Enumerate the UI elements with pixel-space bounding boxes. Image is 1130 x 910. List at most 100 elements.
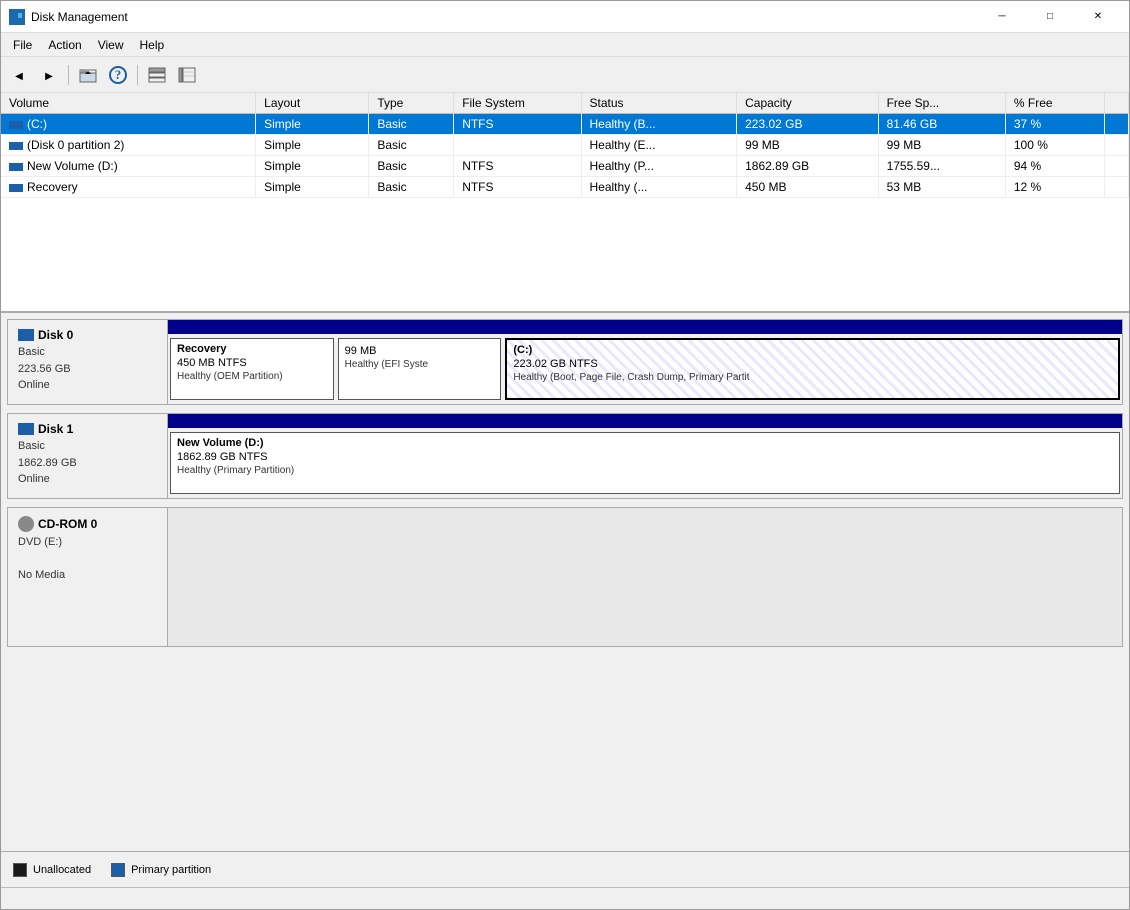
back-button[interactable] bbox=[5, 62, 33, 88]
segment-status-1-0: Healthy (Primary Partition) bbox=[177, 465, 1113, 476]
disk-partitions-1: New Volume (D:) 1862.89 GB NTFS Healthy (P… bbox=[168, 414, 1122, 498]
cell-filesystem bbox=[454, 135, 581, 156]
cdrom-label: CD-ROM 0DVD (E:)No Media bbox=[8, 508, 168, 646]
toolbar-separator bbox=[68, 65, 69, 85]
detail-view-icon bbox=[178, 66, 196, 84]
cell-capacity: 1862.89 GB bbox=[737, 156, 878, 177]
cell-filesystem: NTFS bbox=[454, 156, 581, 177]
cell-free: 1755.59... bbox=[878, 156, 1005, 177]
help-icon: ? bbox=[109, 66, 127, 84]
legend-primary-box bbox=[111, 863, 125, 877]
col-capacity[interactable]: Capacity bbox=[737, 93, 878, 114]
disk-header-bar-1 bbox=[168, 414, 1122, 428]
table-row[interactable]: (C:)SimpleBasicNTFSHealthy (B...223.02 G… bbox=[1, 114, 1129, 135]
menu-file[interactable]: File bbox=[5, 36, 40, 54]
segment-0-0[interactable]: Recovery450 MB NTFSHealthy (OEM Partitio… bbox=[170, 338, 334, 400]
disk-segments-1: New Volume (D:) 1862.89 GB NTFS Healthy (P… bbox=[168, 428, 1122, 498]
legend-unallocated-label: Unallocated bbox=[33, 864, 91, 876]
cell-layout: Simple bbox=[256, 177, 369, 198]
toolbar: ? bbox=[1, 57, 1129, 93]
disk-header-bar-0 bbox=[168, 320, 1122, 334]
app-icon bbox=[9, 9, 25, 25]
col-volume[interactable]: Volume bbox=[1, 93, 256, 114]
cell-free: 53 MB bbox=[878, 177, 1005, 198]
disk-label-0: Disk 0Basic223.56 GBOnline bbox=[8, 320, 168, 404]
cell-status: Healthy (P... bbox=[581, 156, 737, 177]
volume-icon bbox=[9, 121, 23, 129]
cell-extra bbox=[1104, 156, 1128, 177]
segment-0-1[interactable]: 99 MBHealthy (EFI Syste bbox=[338, 338, 502, 400]
segment-size-1-0: 1862.89 GB NTFS bbox=[177, 451, 1113, 463]
cell-extra bbox=[1104, 114, 1128, 135]
forward-icon bbox=[45, 67, 53, 82]
disk-area: Disk 0Basic223.56 GBOnlineRecovery450 MB… bbox=[1, 313, 1129, 851]
cell-capacity: 99 MB bbox=[737, 135, 878, 156]
upfolder-button[interactable] bbox=[74, 62, 102, 88]
col-layout[interactable]: Layout bbox=[256, 93, 369, 114]
cell-status: Healthy (E... bbox=[581, 135, 737, 156]
segment-name-1-0: New Volume (D:) bbox=[177, 437, 1113, 449]
close-button[interactable]: ✕ bbox=[1075, 1, 1121, 33]
segment-status-0-2: Healthy (Boot, Page File, Crash Dump, Pr… bbox=[513, 372, 1112, 383]
cell-type: Basic bbox=[369, 156, 454, 177]
segment-size-0-0: 450 MB NTFS bbox=[177, 357, 327, 369]
col-free[interactable]: Free Sp... bbox=[878, 93, 1005, 114]
list-view-button[interactable] bbox=[143, 62, 171, 88]
col-extra bbox=[1104, 93, 1128, 114]
back-icon bbox=[15, 67, 23, 82]
main-window: Disk Management ─ □ ✕ File Action View H… bbox=[0, 0, 1130, 910]
menu-help[interactable]: Help bbox=[132, 36, 173, 54]
cell-type: Basic bbox=[369, 177, 454, 198]
segment-status-0-1: Healthy (EFI Syste bbox=[345, 359, 495, 370]
volume-icon bbox=[9, 142, 23, 150]
disk-info-0: Basic223.56 GBOnline bbox=[18, 344, 157, 394]
cdrom-icon bbox=[18, 516, 34, 532]
segment-status-0-0: Healthy (OEM Partition) bbox=[177, 371, 327, 382]
cell-volume: Recovery bbox=[1, 177, 256, 198]
cell-pct_free: 100 % bbox=[1005, 135, 1104, 156]
volume-table-area: Volume Layout Type File System Status Ca… bbox=[1, 93, 1129, 313]
col-type[interactable]: Type bbox=[369, 93, 454, 114]
status-bar bbox=[1, 887, 1129, 909]
legend-bar: Unallocated Primary partition bbox=[1, 851, 1129, 887]
cell-layout: Simple bbox=[256, 156, 369, 177]
table-row[interactable]: RecoverySimpleBasicNTFSHealthy (...450 M… bbox=[1, 177, 1129, 198]
col-filesystem[interactable]: File System bbox=[454, 93, 581, 114]
volume-icon bbox=[9, 163, 23, 171]
cell-layout: Simple bbox=[256, 135, 369, 156]
col-status[interactable]: Status bbox=[581, 93, 737, 114]
cell-capacity: 450 MB bbox=[737, 177, 878, 198]
cell-filesystem: NTFS bbox=[454, 114, 581, 135]
cell-volume: (Disk 0 partition 2) bbox=[1, 135, 256, 156]
disk-partitions-0: Recovery450 MB NTFSHealthy (OEM Partitio… bbox=[168, 320, 1122, 404]
minimize-button[interactable]: ─ bbox=[979, 1, 1025, 33]
table-row[interactable]: (Disk 0 partition 2)SimpleBasic Healthy (… bbox=[1, 135, 1129, 156]
disk-label-1: Disk 1Basic1862.89 GBOnline bbox=[8, 414, 168, 498]
cell-layout: Simple bbox=[256, 114, 369, 135]
segment-0-2[interactable]: (C:)223.02 GB NTFSHealthy (Boot, Page Fi… bbox=[505, 338, 1120, 400]
cell-free: 81.46 GB bbox=[878, 114, 1005, 135]
legend-unallocated-box bbox=[13, 863, 27, 877]
forward-button[interactable] bbox=[35, 62, 63, 88]
menu-view[interactable]: View bbox=[90, 36, 132, 54]
legend-primary: Primary partition bbox=[111, 863, 211, 877]
cell-type: Basic bbox=[369, 135, 454, 156]
segment-1-0[interactable]: New Volume (D:) 1862.89 GB NTFS Healthy (P… bbox=[170, 432, 1120, 494]
cell-status: Healthy (... bbox=[581, 177, 737, 198]
segment-size-0-2: 223.02 GB NTFS bbox=[513, 358, 1112, 370]
table-row[interactable]: New Volume (D:)SimpleBasicNTFSHealthy (P… bbox=[1, 156, 1129, 177]
col-pct-free[interactable]: % Free bbox=[1005, 93, 1104, 114]
cell-filesystem: NTFS bbox=[454, 177, 581, 198]
legend-unallocated: Unallocated bbox=[13, 863, 91, 877]
cdrom-name: CD-ROM 0 bbox=[18, 516, 157, 532]
cdrom-partitions bbox=[168, 508, 1122, 646]
volume-table-body: (C:)SimpleBasicNTFSHealthy (B...223.02 G… bbox=[1, 114, 1129, 198]
detail-view-button[interactable] bbox=[173, 62, 201, 88]
maximize-button[interactable]: □ bbox=[1027, 1, 1073, 33]
help-button[interactable]: ? bbox=[104, 62, 132, 88]
cell-pct_free: 37 % bbox=[1005, 114, 1104, 135]
title-bar: Disk Management ─ □ ✕ bbox=[1, 1, 1129, 33]
disk-row-0: Disk 0Basic223.56 GBOnlineRecovery450 MB… bbox=[7, 319, 1123, 405]
menu-action[interactable]: Action bbox=[40, 36, 89, 54]
disk-icon-1 bbox=[18, 423, 34, 435]
